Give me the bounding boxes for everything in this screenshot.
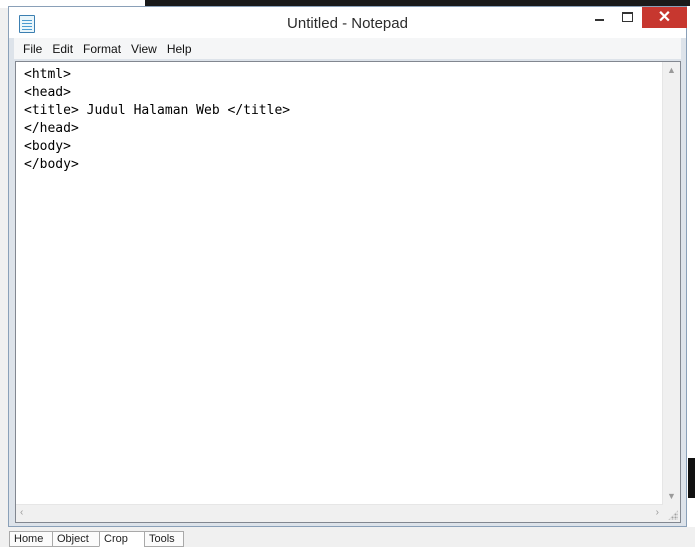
menu-bar: File Edit Format View Help bbox=[14, 38, 681, 59]
minimize-icon bbox=[594, 19, 604, 21]
scroll-up-icon[interactable]: ▲ bbox=[667, 66, 676, 75]
menu-help[interactable]: Help bbox=[162, 40, 197, 59]
background-tab-tools[interactable]: Tools bbox=[144, 531, 184, 547]
menu-format[interactable]: Format bbox=[78, 40, 126, 59]
editor-content[interactable]: <html> <head> <title> Judul Halaman Web … bbox=[24, 66, 662, 506]
menu-edit[interactable]: Edit bbox=[47, 40, 78, 59]
menu-view[interactable]: View bbox=[126, 40, 162, 59]
close-icon: ✕ bbox=[657, 9, 672, 26]
horizontal-scrollbar[interactable]: ‹ › bbox=[16, 504, 663, 522]
scroll-left-icon[interactable]: ‹ bbox=[20, 508, 23, 518]
close-button[interactable]: ✕ bbox=[642, 7, 687, 28]
notepad-window: Untitled - Notepad ✕ File Edit Format View H… bbox=[8, 6, 687, 527]
background-tab-crop[interactable]: Crop bbox=[99, 531, 145, 547]
maximize-button[interactable] bbox=[614, 7, 640, 28]
scroll-down-icon[interactable]: ▼ bbox=[667, 492, 676, 501]
text-editor[interactable]: <html> <head> <title> Judul Halaman Web … bbox=[15, 61, 681, 523]
background-tab-home[interactable]: Home bbox=[9, 531, 53, 547]
resize-grip-icon[interactable] bbox=[668, 510, 678, 520]
minimize-button[interactable] bbox=[586, 7, 612, 28]
maximize-icon bbox=[621, 12, 633, 22]
vertical-scrollbar[interactable]: ▲ ▼ bbox=[662, 62, 680, 505]
background-tab-object[interactable]: Object bbox=[52, 531, 100, 547]
scroll-right-icon[interactable]: › bbox=[656, 508, 659, 518]
background-window-fragment bbox=[688, 458, 695, 498]
scrollbar-corner bbox=[663, 505, 680, 522]
window-title: Untitled - Notepad bbox=[287, 15, 408, 32]
menu-file[interactable]: File bbox=[18, 40, 47, 59]
title-bar[interactable]: Untitled - Notepad ✕ bbox=[9, 7, 687, 38]
